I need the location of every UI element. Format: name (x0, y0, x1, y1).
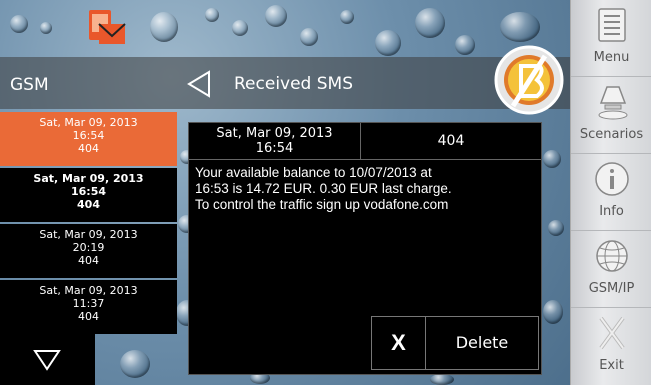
message-time: 20:19 (72, 241, 105, 254)
detail-sender-number: 404 (437, 133, 465, 149)
info-icon (595, 162, 629, 196)
back-arrow-icon[interactable] (186, 70, 212, 98)
sidebar-item-menu[interactable]: Menu (571, 0, 651, 77)
delete-button[interactable]: Delete (426, 317, 538, 369)
message-date: Sat, Mar 09, 2013 (39, 284, 138, 297)
scenarios-icon (598, 86, 628, 120)
message-number: 404 (77, 198, 100, 211)
menu-icon (598, 8, 626, 42)
sidebar-item-label: Menu (593, 50, 630, 65)
sidebar-item-exit[interactable]: Exit (571, 308, 651, 385)
sidebar-item-label: Scenarios (579, 127, 644, 142)
sidebar-item-label: GSM/IP (588, 281, 635, 296)
message-list: Sat, Mar 09, 2013 16:54 404 Sat, Mar 09,… (0, 112, 177, 336)
chevron-down-icon (33, 350, 61, 371)
message-time: 16:54 (70, 185, 106, 198)
exit-icon (599, 316, 625, 350)
globe-icon (596, 240, 628, 272)
right-sidebar: Menu Scenarios Info GSM/IP Exit (570, 0, 651, 385)
brand-logo (494, 45, 564, 115)
message-body-line: Your available balance to 10/07/2013 at (195, 165, 432, 180)
message-time: 16:54 (72, 129, 105, 142)
list-item[interactable]: Sat, Mar 09, 2013 16:54 404 (0, 168, 177, 222)
sidebar-item-info[interactable]: Info (571, 154, 651, 231)
message-detail-panel: Sat, Mar 09, 2013 16:54 404 Your availab… (188, 122, 542, 375)
sms-envelope-icon (89, 10, 126, 44)
message-body: Your available balance to 10/07/2013 at … (195, 165, 535, 213)
detail-actions: X Delete (371, 316, 539, 370)
detail-header: Sat, Mar 09, 2013 16:54 404 (189, 123, 541, 160)
scroll-down-button[interactable] (0, 333, 95, 385)
message-date: Sat, Mar 09, 2013 (33, 172, 144, 185)
sidebar-item-label: Info (599, 204, 624, 219)
message-time: 11:37 (72, 297, 105, 310)
message-body-line: 16:53 is 14.72 EUR. 0.30 EUR last charge… (195, 181, 452, 196)
detail-time: 16:54 (255, 141, 294, 156)
list-item[interactable]: Sat, Mar 09, 2013 16:54 404 (0, 112, 177, 166)
list-item[interactable]: Sat, Mar 09, 2013 20:19 404 (0, 224, 177, 278)
message-date: Sat, Mar 09, 2013 (39, 116, 138, 129)
section-title: GSM (10, 75, 49, 95)
page-title: Received SMS (234, 74, 353, 94)
sidebar-item-scenarios[interactable]: Scenarios (571, 77, 651, 154)
close-button[interactable]: X (372, 317, 426, 369)
detail-date: Sat, Mar 09, 2013 (216, 126, 333, 141)
message-date: Sat, Mar 09, 2013 (39, 228, 138, 241)
message-number: 404 (78, 310, 99, 323)
message-body-line: To control the traffic sign up vodafone.… (195, 197, 449, 212)
message-number: 404 (78, 254, 99, 267)
list-item[interactable]: Sat, Mar 09, 2013 11:37 404 (0, 280, 177, 334)
sidebar-item-label: Exit (599, 358, 624, 373)
detail-datetime: Sat, Mar 09, 2013 16:54 (189, 123, 361, 160)
sidebar-item-gsm-ip[interactable]: GSM/IP (571, 231, 651, 308)
message-number: 404 (78, 142, 99, 155)
